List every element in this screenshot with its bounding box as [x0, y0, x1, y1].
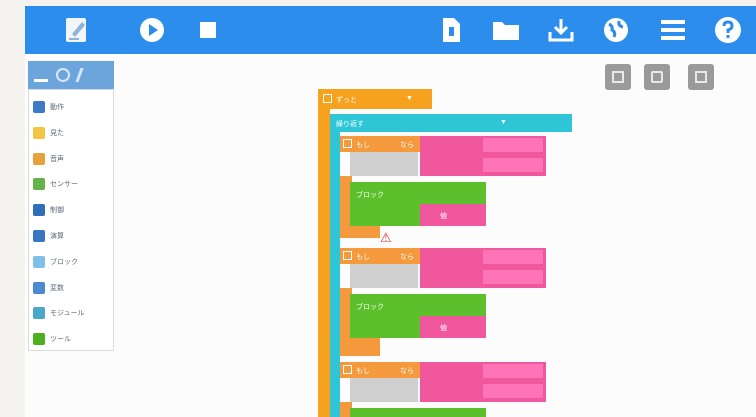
- category-label: 見た: [50, 129, 64, 137]
- editor-window: 動作 見た 音声 センサー 制御 演算 ブロック 変数 モジュール ツール ずっと ▼ 繰り返す …: [25, 6, 756, 417]
- stop-icon[interactable]: [192, 14, 224, 46]
- globe-icon[interactable]: [600, 14, 632, 46]
- category-label: ブロック: [50, 258, 78, 266]
- category-label: 変数: [50, 284, 64, 292]
- look-icon: [33, 126, 45, 139]
- category-label: センサー: [50, 181, 78, 189]
- checkbox-icon[interactable]: [343, 365, 352, 374]
- if-block[interactable]: もし なら: [340, 362, 420, 378]
- value-block-label: 値: [440, 325, 447, 332]
- category-label: 演算: [50, 233, 64, 240]
- tab-blocks-icon[interactable]: [34, 68, 48, 82]
- category-item[interactable]: ツール: [31, 326, 113, 352]
- edit-icon[interactable]: [61, 14, 93, 46]
- forever-hat-block[interactable]: ずっと ▼: [318, 89, 432, 109]
- category-item[interactable]: ブロック: [31, 249, 113, 275]
- condition-value[interactable]: [483, 250, 543, 264]
- folder-icon[interactable]: [490, 14, 522, 46]
- category-list: 動作見た音声センサー制御演算ブロック変数モジュールツール: [28, 89, 114, 351]
- move-icon: [33, 101, 45, 113]
- if-block[interactable]: もし なら: [340, 136, 420, 152]
- loop-dropdown-arrow[interactable]: ▼: [500, 119, 507, 126]
- forever-spine: [318, 109, 330, 417]
- category-item[interactable]: 変数: [31, 275, 113, 301]
- value-block[interactable]: 値: [420, 316, 486, 338]
- condition-value[interactable]: [483, 384, 543, 398]
- app-frame: 動作 見た 音声 センサー 制御 演算 ブロック 変数 モジュール ツール ずっと ▼ 繰り返す …: [0, 0, 756, 417]
- download-icon[interactable]: [545, 14, 577, 46]
- action-block-label: ブロック: [356, 192, 384, 199]
- tab-costume-icon[interactable]: [56, 68, 70, 82]
- if-block-then: なら: [400, 368, 414, 375]
- category-item[interactable]: 動作: [31, 94, 113, 120]
- action-block-label: ブロック: [356, 304, 384, 311]
- category-label: 動作: [50, 104, 64, 111]
- checkbox-icon[interactable]: [343, 139, 352, 148]
- loop-block-label: 繰り返す: [336, 121, 364, 128]
- value-block[interactable]: 値: [420, 204, 486, 226]
- condition-value[interactable]: [483, 364, 543, 378]
- hat-dropdown-arrow[interactable]: ▼: [406, 95, 413, 102]
- condition-value[interactable]: [483, 158, 543, 172]
- category-item[interactable]: 制御: [31, 197, 113, 223]
- module-icon: [33, 307, 45, 320]
- category-label: 音声: [50, 155, 64, 163]
- category-label: 制御: [50, 207, 64, 215]
- if-block-label: もし: [356, 142, 370, 149]
- flyout-tabs[interactable]: [28, 61, 114, 89]
- play-icon[interactable]: [136, 14, 168, 46]
- checkbox-icon[interactable]: [343, 251, 352, 260]
- value-block-label: 値: [440, 213, 447, 220]
- if-block-label: もし: [356, 254, 370, 261]
- screen-icon[interactable]: [688, 64, 714, 90]
- operator-icon: [33, 230, 45, 242]
- hat-block-label: ずっと: [336, 97, 357, 104]
- action-block[interactable]: [350, 314, 420, 338]
- file-icon[interactable]: [435, 14, 467, 46]
- top-toolbar: [25, 6, 756, 54]
- repeat-loop-spine: [330, 132, 340, 417]
- sound-icon: [33, 152, 45, 165]
- category-label: ツール: [50, 336, 71, 344]
- variable-icon: [33, 281, 45, 294]
- repeat-loop-block[interactable]: 繰り返す ▼: [330, 114, 572, 132]
- category-item[interactable]: センサー: [31, 171, 113, 197]
- if-block-foot: [340, 338, 380, 356]
- action-block[interactable]: [350, 408, 486, 417]
- action-block[interactable]: [350, 202, 420, 226]
- block-workspace[interactable]: 動作 見た 音声 センサー 制御 演算 ブロック 変数 モジュール ツール ずっと ▼ 繰り返す …: [25, 54, 756, 417]
- condition-value[interactable]: [483, 270, 543, 284]
- empty-slot[interactable]: [350, 264, 418, 288]
- tool-icon: [33, 333, 45, 346]
- menu-icon[interactable]: [657, 14, 689, 46]
- if-block-foot: [340, 226, 380, 238]
- tab-sound-icon[interactable]: [75, 68, 95, 82]
- sensor-icon: [33, 178, 45, 191]
- note-icon[interactable]: [644, 64, 670, 90]
- if-block-then: なら: [400, 142, 414, 149]
- category-item[interactable]: モジュール: [31, 300, 113, 326]
- checkbox-icon[interactable]: [323, 94, 332, 103]
- empty-slot[interactable]: [350, 152, 418, 176]
- category-label: モジュール: [50, 310, 85, 318]
- category-item[interactable]: 見た: [31, 120, 113, 146]
- control-icon: [33, 204, 45, 217]
- warning-icon[interactable]: ⚠: [380, 230, 392, 246]
- help-icon[interactable]: [712, 14, 744, 46]
- if-block-label: もし: [356, 368, 370, 375]
- if-block[interactable]: もし なら: [340, 248, 420, 264]
- if-block-then: なら: [400, 254, 414, 261]
- category-item[interactable]: 演算: [31, 223, 113, 249]
- grid-icon[interactable]: [605, 64, 631, 90]
- condition-value[interactable]: [483, 138, 543, 152]
- block-icon: [33, 255, 45, 268]
- category-item[interactable]: 音声: [31, 146, 113, 172]
- empty-slot[interactable]: [350, 378, 418, 402]
